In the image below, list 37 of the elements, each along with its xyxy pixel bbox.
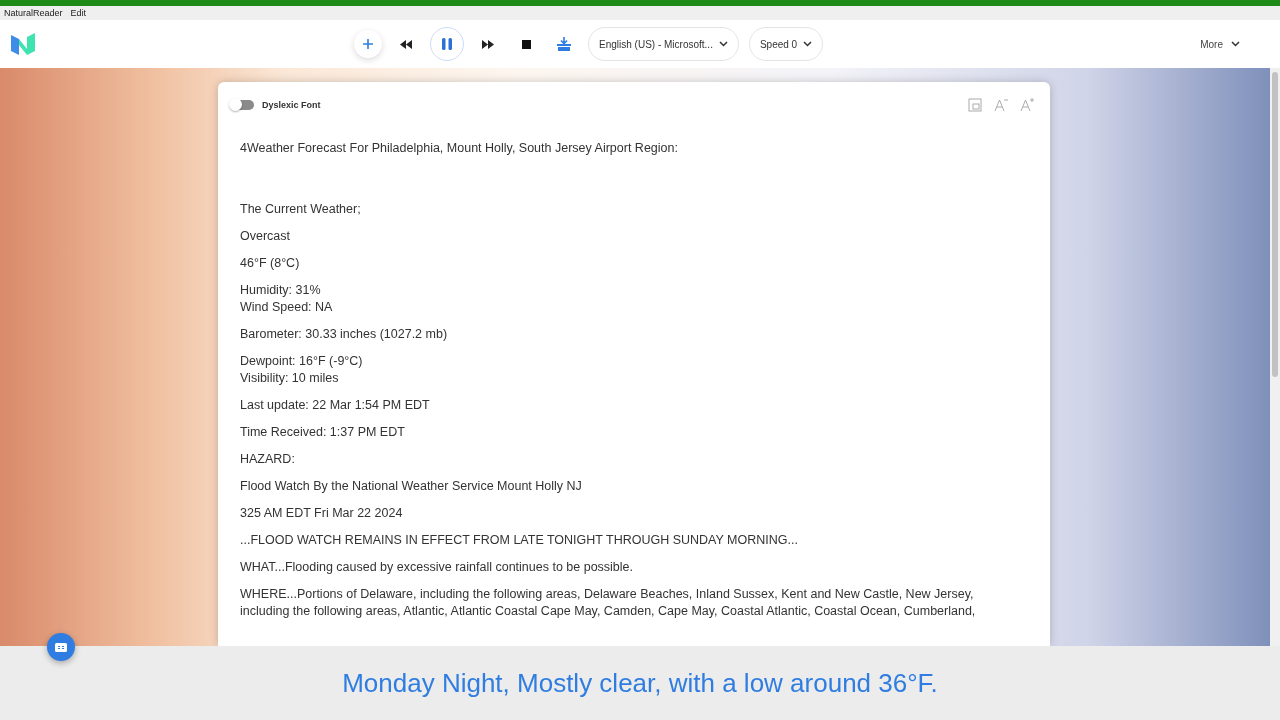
- chevron-icon: [803, 41, 813, 47]
- paragraph: HAZARD:: [240, 451, 296, 468]
- toggle-switch[interactable]: [230, 100, 254, 110]
- logo-icon: [10, 32, 36, 56]
- font-decrease-icon[interactable]: [994, 98, 1008, 112]
- chevron-icon: [1231, 41, 1240, 47]
- stop-icon: [521, 39, 531, 49]
- paragraph: Dewpoint: 16°F (-9°C) Visibility: 10 miles: [240, 353, 364, 387]
- paragraph: Humidity: 31% Wind Speed: NA: [240, 282, 334, 316]
- paragraph: Last update: 22 Mar 1:54 PM EDT: [240, 397, 431, 414]
- paragraph: The Current Weather;: [240, 201, 362, 218]
- paragraph: Overcast: [240, 228, 291, 245]
- voice-dropdown[interactable]: English (US) - Microsoft...: [588, 27, 739, 61]
- caption-text: Monday Night, Mostly clear, with a low around 36°F.: [342, 667, 938, 699]
- menu-item[interactable]: Edit: [70, 8, 87, 18]
- paragraph: WHERE...Portions of Delaware, including the following areas, Delaware Beaches, Inland Sussex, Kent and New Castle, New Jersey, including the following areas, Atlantic, Atlantic Coastal Cape May, Camden, Cape May, Coastal Atlantic, Coastal Ocean, Cumberland,: [240, 586, 977, 620]
- download-icon: [557, 37, 571, 51]
- font-increase-icon[interactable]: [1020, 98, 1034, 112]
- chevron-icon: [718, 41, 728, 47]
- paragraph: ...FLOOD WATCH REMAINS IN EFFECT FROM LATE TONIGHT THROUGH SUNDAY MORNING...: [240, 532, 799, 549]
- rewind-icon: [400, 39, 412, 49]
- pause-icon: [442, 38, 452, 50]
- paragraph: Flood Watch By the National Weather Service Mount Holly NJ: [240, 478, 583, 495]
- captions-icon: [55, 642, 67, 652]
- fast-forward-icon: [482, 39, 494, 49]
- toggle-label: Dyslexic Font: [262, 100, 321, 110]
- paragraph: Time Received: 1:37 PM EDT: [240, 424, 406, 441]
- speed-dropdown[interactable]: Speed 0: [748, 27, 824, 61]
- more-menu[interactable]: More: [1194, 37, 1246, 51]
- paragraph: 4Weather Forecast For Philadelphia, Mount Holly, South Jersey Airport Region:: [240, 140, 679, 157]
- paragraph: 46°F (8°C): [240, 255, 301, 272]
- plus-icon: [362, 38, 374, 50]
- paragraph: WHAT...Flooding caused by excessive rainfall continues to be possible.: [240, 559, 635, 576]
- paragraph: 325 AM EDT Fri Mar 22 2024: [240, 505, 404, 522]
- paragraph: Barometer: 30.33 inches (1027.2 mb): [240, 326, 449, 343]
- add-button[interactable]: [354, 30, 382, 58]
- menu-item[interactable]: NaturalReader: [4, 8, 63, 18]
